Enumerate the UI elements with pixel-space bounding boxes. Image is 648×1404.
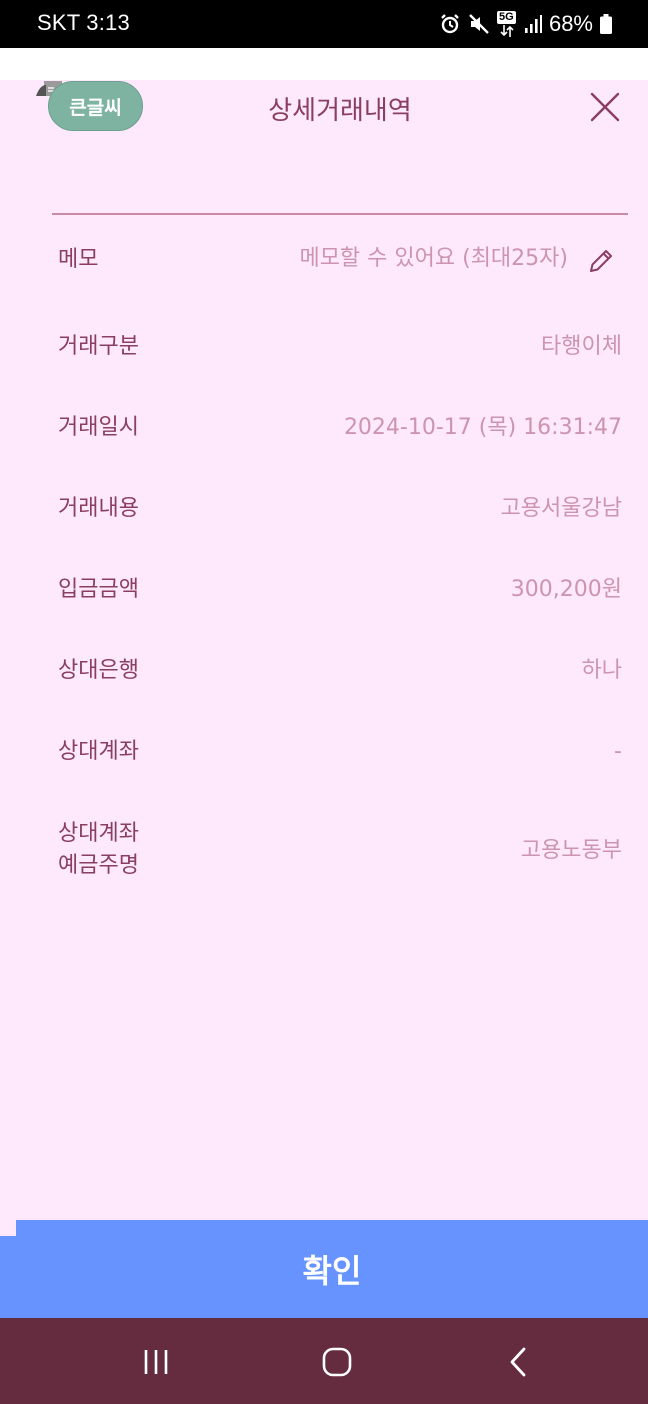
detail-label-holder: 상대계좌 예금주명 — [58, 818, 139, 882]
alarm-icon — [441, 14, 459, 34]
status-bar: SKT 3:13 5G 68% — [0, 0, 648, 48]
back-button[interactable] — [497, 1340, 541, 1384]
detail-label-content: 거래내용 — [58, 496, 139, 521]
battery-percent: 68% — [548, 11, 593, 36]
detail-value-holder: 고용노동부 — [520, 838, 622, 863]
carrier-time: SKT 3:13 — [37, 10, 130, 35]
detail-label-amount: 입금금액 — [58, 577, 139, 602]
header-divider — [52, 213, 628, 215]
signal-icon — [524, 15, 542, 33]
detail-label-type: 거래구분 — [58, 334, 139, 359]
detail-value-content: 고용서울강남 — [500, 496, 622, 521]
confirm-button[interactable]: 확인 — [16, 1220, 648, 1318]
recent-apps-button[interactable] — [134, 1340, 178, 1384]
sheet-top-gap — [0, 48, 648, 80]
battery-icon — [600, 14, 612, 34]
home-button[interactable] — [315, 1340, 359, 1384]
page-title: 상세거래내역 — [268, 96, 412, 126]
pencil-icon — [590, 250, 612, 272]
detail-value-amount: 300,200원 — [510, 577, 622, 602]
5g-data-icon: 5G — [496, 11, 517, 37]
mute-icon — [469, 14, 489, 34]
detail-label-datetime: 거래일시 — [58, 415, 139, 440]
detail-value-type: 타행이체 — [541, 334, 622, 359]
detail-label-holder-line1: 상대계좌 — [58, 821, 139, 846]
memo-input[interactable]: 메모할 수 있어요 (최대25자) — [299, 243, 568, 275]
close-icon — [590, 92, 620, 122]
status-icons: 5G 68% — [439, 10, 612, 38]
memo-edit-button[interactable] — [586, 246, 616, 276]
detail-label-bank: 상대은행 — [58, 658, 139, 683]
recent-apps-icon — [144, 1350, 168, 1374]
detail-value-bank: 하나 — [581, 658, 622, 683]
detail-label-account: 상대계좌 — [58, 739, 139, 764]
memo-label: 메모 — [58, 247, 99, 272]
detail-label-holder-line2: 예금주명 — [58, 853, 139, 878]
detail-value-account: - — [614, 739, 622, 764]
home-icon — [322, 1347, 352, 1377]
back-icon — [510, 1347, 526, 1377]
close-button[interactable] — [588, 90, 622, 124]
detail-value-datetime: 2024-10-17 (목) 16:31:47 — [343, 415, 622, 440]
